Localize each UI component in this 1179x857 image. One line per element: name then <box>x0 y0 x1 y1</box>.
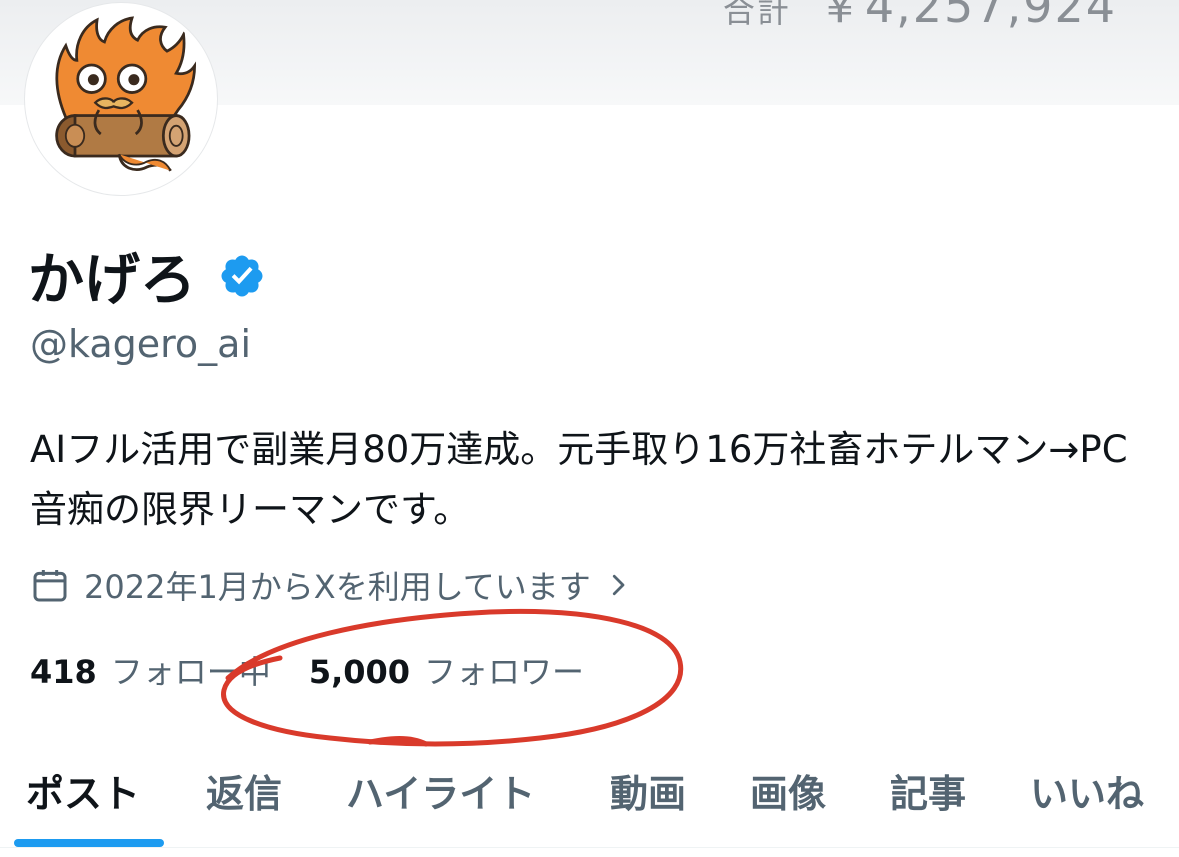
tab-label: ハイライト <box>346 771 536 816</box>
joined-text: 2022年1月からXを利用しています <box>84 568 591 606</box>
tab-label: 画像 <box>750 771 827 816</box>
follow-stats: 418 フォロー中 5,000 フォロワー <box>30 648 584 692</box>
tab-articles[interactable]: 記事 <box>890 750 966 830</box>
tab-label: 動画 <box>610 771 687 816</box>
bio: AIフル活用で副業月80万達成。元手取り16万社畜ホテルマン→PC音痴の限界リー… <box>30 428 1128 531</box>
following-link[interactable]: 418 フォロー中 <box>30 647 271 693</box>
tab-label: 記事 <box>890 771 967 816</box>
tab-label: いいね <box>1030 771 1145 816</box>
profile-tabs: ポスト 返信 ハイライト 動画 画像 記事 いいね <box>0 750 1179 857</box>
handle: @kagero_ai <box>30 322 252 366</box>
followers-count: 5,000 <box>308 653 411 691</box>
display-name: かげろ <box>28 235 266 316</box>
avatar[interactable] <box>25 3 217 195</box>
banner-total-label: 合計 <box>722 0 791 30</box>
active-tab-indicator <box>14 839 164 847</box>
tab-label: 返信 <box>206 771 283 816</box>
tab-highlights[interactable]: ハイライト <box>346 750 535 830</box>
following-label: フォロー中 <box>110 653 271 691</box>
banner-total: 合計 ￥4,257,924 <box>723 0 1117 36</box>
tab-replies[interactable]: 返信 <box>206 750 282 830</box>
tab-likes[interactable]: いいね <box>1030 750 1144 830</box>
chevron-right-icon[interactable] <box>603 570 633 600</box>
followers-label: フォロワー <box>424 653 585 691</box>
joined-date[interactable]: 2022年1月からXを利用しています <box>30 563 633 607</box>
tab-videos[interactable]: 動画 <box>610 750 686 830</box>
banner-total-amount: ￥4,257,924 <box>816 0 1117 33</box>
tab-posts[interactable]: ポスト <box>26 750 140 830</box>
following-count: 418 <box>30 653 97 691</box>
display-name-text: かげろ <box>28 248 196 313</box>
tab-images[interactable]: 画像 <box>750 750 826 830</box>
avatar-illustration <box>55 16 196 172</box>
tabs-divider <box>0 847 1179 848</box>
followers-link[interactable]: 5,000 フォロワー <box>309 647 584 693</box>
calendar-icon <box>33 570 67 602</box>
tab-label: ポスト <box>26 771 141 816</box>
verified-badge-icon[interactable] <box>218 252 266 300</box>
